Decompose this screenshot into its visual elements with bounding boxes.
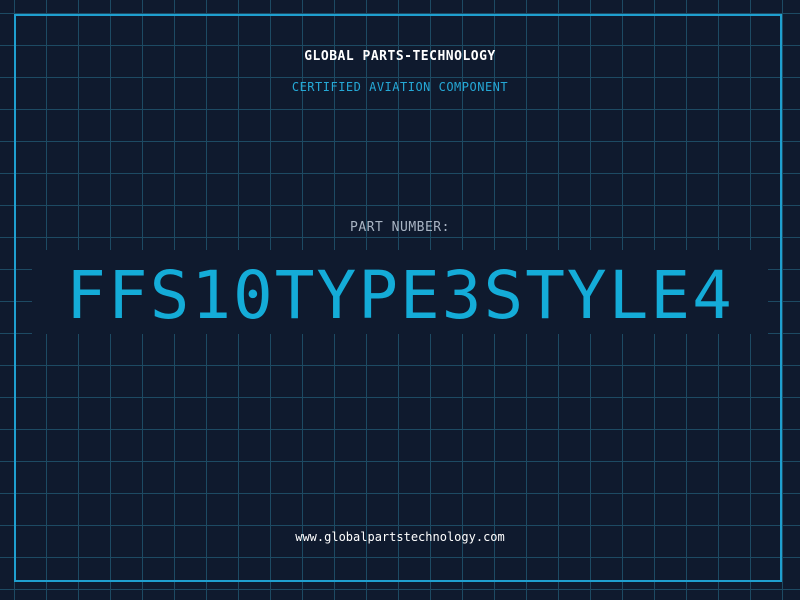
part-number-label: PART NUMBER: — [350, 220, 450, 235]
website-url: www.globalpartstechnology.com — [295, 530, 505, 544]
company-name: GLOBAL PARTS-TECHNOLOGY — [304, 49, 496, 64]
certification-subtitle: CERTIFIED AVIATION COMPONENT — [291, 80, 509, 94]
label-canvas: GLOBAL PARTS-TECHNOLOGY CERTIFIED AVIATI… — [0, 0, 800, 600]
part-number-value: FFS10TYPE3STYLE4 — [66, 257, 734, 334]
